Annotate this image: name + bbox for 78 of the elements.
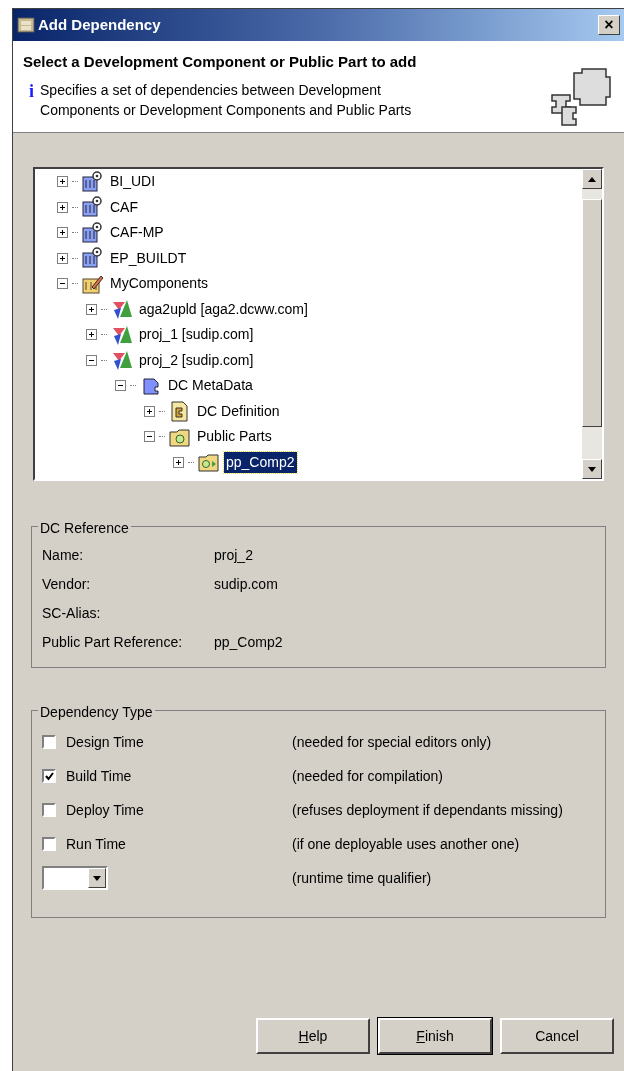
checkbox-label[interactable]: Run Time — [66, 833, 292, 855]
hint-text: (if one deployable uses another one) — [292, 834, 520, 854]
checkbox[interactable] — [42, 837, 56, 851]
hint-text: (needed for special editors only) — [292, 732, 492, 752]
stack-gear-icon — [82, 247, 104, 270]
expand-toggle[interactable] — [173, 456, 184, 468]
checkbox-label[interactable]: Design Time — [66, 731, 292, 753]
plus-icon — [88, 331, 95, 339]
expand-toggle[interactable] — [57, 227, 68, 239]
scroll-down-button[interactable] — [582, 459, 602, 479]
up-arrow-icon — [588, 176, 596, 182]
collapse-toggle[interactable] — [86, 354, 97, 366]
triangles-icon — [111, 298, 133, 321]
plus-icon — [59, 229, 66, 237]
dialog-button[interactable]: Help — [256, 1018, 370, 1054]
tree-item[interactable]: BI_UDI — [108, 171, 158, 193]
plus-icon — [88, 305, 95, 313]
window-title: Add Dependency — [38, 14, 161, 35]
tree-item[interactable]: pp_Comp2 — [224, 451, 297, 473]
expand-toggle[interactable] — [57, 176, 68, 188]
scroll-thumb[interactable] — [582, 199, 602, 427]
plus-icon — [59, 203, 66, 211]
plus-icon — [59, 254, 66, 262]
collapse-toggle[interactable] — [144, 431, 155, 443]
expand-toggle[interactable] — [144, 405, 155, 417]
expand-toggle[interactable] — [57, 252, 68, 264]
tree-item[interactable]: proj_1 [sudip.com] — [137, 324, 256, 346]
tree-item[interactable]: DC MetaData — [166, 375, 255, 397]
checkbox[interactable] — [42, 803, 56, 817]
dropdown-arrow-icon — [93, 875, 101, 881]
puzzle-icon — [17, 16, 35, 34]
hint-text: (runtime time qualifier) — [292, 868, 432, 888]
tree-item[interactable]: CAF — [108, 196, 140, 218]
collapse-toggle[interactable] — [115, 380, 126, 392]
document-icon — [169, 400, 191, 423]
dialog-button[interactable]: Cancel — [500, 1018, 614, 1054]
field-label: Name: — [42, 546, 85, 565]
stack-gear-icon — [82, 221, 104, 244]
checkbox-label[interactable]: Deploy Time — [66, 799, 292, 821]
checkbox[interactable] — [42, 735, 56, 749]
collapse-toggle[interactable] — [57, 278, 68, 290]
down-arrow-icon — [588, 466, 596, 472]
checkbox-label[interactable]: Build Time — [66, 765, 292, 787]
checkbox[interactable] — [42, 769, 56, 783]
field-label: SC-Alias: — [42, 604, 102, 623]
hint-text: (refuses deployment if dependants missing) — [292, 800, 563, 820]
field-label: Vendor: — [42, 575, 92, 594]
description-text: Specifies a set of dependencies between Development Components or Development Components and Public Parts — [40, 80, 413, 120]
hint-text: (needed for compilation) — [292, 766, 443, 786]
tree-item[interactable]: EP_BUILDT — [108, 247, 189, 269]
stack-gear-icon — [82, 170, 104, 193]
field-value: pp_Comp2 — [214, 633, 283, 652]
vertical-scrollbar[interactable] — [582, 169, 602, 479]
info-icon: i — [29, 81, 34, 120]
qualifier-dropdown[interactable] — [42, 866, 108, 890]
field-value: sudip.com — [214, 575, 278, 594]
expand-toggle[interactable] — [86, 329, 97, 341]
tree-item[interactable]: aga2upld [aga2.dcww.com] — [137, 298, 310, 320]
folder-arrow-icon — [198, 451, 220, 474]
scroll-up-button[interactable] — [582, 169, 602, 189]
plus-icon — [175, 458, 182, 466]
expand-toggle[interactable] — [86, 303, 97, 315]
field-label: Public Part Reference: — [42, 633, 184, 652]
tree-item[interactable]: DC Definition — [195, 400, 282, 422]
header-title: Select a Development Component or Public Part to add — [23, 52, 418, 72]
close-button[interactable]: × — [598, 15, 620, 35]
tree-item[interactable]: MyComponents — [108, 273, 211, 295]
tree-item[interactable]: CAF-MP — [108, 222, 166, 244]
tree-item[interactable]: proj_2 [sudip.com] — [137, 349, 256, 371]
plus-icon — [146, 407, 153, 415]
expand-toggle[interactable] — [57, 201, 68, 213]
dialog-button[interactable]: Finish — [378, 1018, 492, 1054]
stack-gear-icon — [82, 196, 104, 219]
check-icon — [44, 771, 54, 781]
triangles-icon — [111, 349, 133, 372]
plus-icon — [59, 178, 66, 186]
tree-item[interactable]: Public Parts — [195, 426, 274, 448]
field-value: proj_2 — [214, 546, 253, 565]
